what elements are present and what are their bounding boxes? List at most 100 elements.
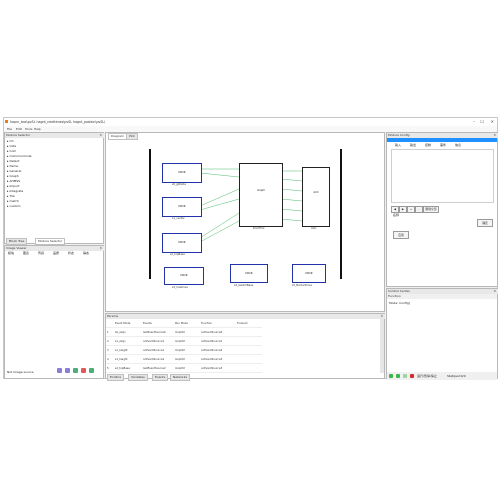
tree-item-graph[interactable]: ▸ Graph	[7, 174, 19, 178]
block-s2-topbase[interactable]: DRVR	[162, 233, 202, 253]
config-tab-info[interactable]: 信息	[455, 143, 461, 147]
table-row[interactable]: 2 s1_align onEventSource1 loopCtrl onEventSo…	[106, 336, 262, 346]
block-s4-switchbase[interactable]: DRVR	[230, 264, 268, 283]
image-viewer-panel: Image Viewer ✕ 模块 图表 传感 品质 状态 静态 Not imag…	[4, 245, 104, 379]
tree-item-general[interactable]: ▸ General	[7, 169, 21, 173]
ok-button[interactable]: 确定	[477, 219, 493, 227]
column-header: Events	[142, 319, 174, 328]
tab-endline[interactable]: Endline	[107, 374, 125, 381]
table-cell: onEventSource1	[142, 336, 174, 346]
table-row[interactable]: 3 s1_height onEventSource1 loopCtrl onEventS…	[106, 345, 262, 355]
table-cell	[236, 327, 262, 337]
block-s1-center[interactable]: DRVR	[162, 197, 202, 217]
tree-item-ch[interactable]: ▸ Ch	[7, 139, 13, 143]
toolbar-item-2[interactable]: 传感	[38, 251, 44, 255]
table-cell: onEventSource1	[142, 345, 174, 355]
remove-button[interactable]: –	[415, 206, 423, 213]
table-row[interactable]: 4 s1_height onEventSource2 loopCtrl onEventS…	[106, 354, 262, 364]
table-cell: 1	[106, 327, 114, 337]
config-tab-event[interactable]: 事件	[440, 143, 446, 147]
table-cell: onEventSource2	[142, 354, 174, 364]
delete-all-button[interactable]: 删除全部	[423, 206, 439, 213]
config-tab-input[interactable]: 输入	[395, 143, 401, 147]
tree-item-cide[interactable]: ▸ Cide	[7, 144, 16, 148]
next-button[interactable]: ▶	[399, 206, 407, 213]
tree-item-com[interactable]: ▸ Com	[7, 149, 16, 153]
run-icon[interactable]	[389, 374, 393, 378]
menu-edit[interactable]: Edit	[16, 127, 22, 131]
block-label: DomFiml	[253, 227, 265, 230]
apply-button[interactable]: 应用	[393, 231, 409, 239]
module-config-panel: Module Config ✕ 输入 输出 控制 事件 信息 ◀ ▶ + – 删除…	[386, 132, 498, 287]
control-center-panel: Control Center ✕ Function Mode: Config] 运…	[386, 288, 498, 380]
toolbar-item-5[interactable]: 静态	[83, 251, 89, 255]
table-cell: 4	[106, 354, 114, 364]
config-list[interactable]	[391, 149, 494, 203]
block-label: ACC	[311, 227, 317, 230]
tree-item-match[interactable]: ▸ match	[7, 199, 19, 203]
column-header: Run Mode	[174, 319, 200, 328]
settings-icon[interactable]	[89, 368, 94, 373]
tab-block-tree[interactable]: Block Tree	[6, 238, 28, 245]
fit-icon[interactable]	[73, 368, 78, 373]
table-cell: GetEventSource0	[142, 327, 174, 337]
block-s3-linedrive[interactable]: DRVR	[164, 267, 204, 285]
column-header: Function	[200, 319, 236, 328]
tab-module-selector[interactable]: Module Selector	[35, 238, 66, 245]
block-s5-borderdrive[interactable]: DRVR	[292, 264, 326, 283]
tab-networks[interactable]: Networks	[170, 374, 191, 381]
table-cell: s0_align	[114, 327, 142, 337]
tree-item-integrate[interactable]: ▸ Integrate	[7, 189, 23, 193]
table-row[interactable]: 5 s2_topBase GetEventSource2 loopCtrl onEven…	[106, 363, 262, 373]
block-acc[interactable]: ACC	[302, 167, 330, 227]
block-label: s0_glbSide	[172, 183, 186, 186]
prev-button[interactable]: ◀	[391, 206, 399, 213]
minimize-icon[interactable]: –	[473, 119, 475, 124]
column-header: Forward	[236, 319, 262, 328]
block-graph-domfiml[interactable]: Graph	[239, 163, 283, 227]
table-row[interactable]: 1 s0_align GetEventSource0 loopCtrl onEventS…	[106, 327, 262, 337]
tree-item-custom[interactable]: ▸ custom	[7, 204, 21, 208]
menu-tools[interactable]: Tools	[25, 127, 32, 131]
table-cell: onEventSource3	[200, 354, 236, 364]
tree-item-ahmss[interactable]: ▸ AHMSS	[7, 179, 20, 183]
menu-help[interactable]: Help	[34, 127, 41, 131]
table-cell: 3	[106, 345, 114, 355]
pause-icon[interactable]	[396, 374, 400, 378]
table-cell: s1_height	[114, 354, 142, 364]
config-tab-control[interactable]: 控制	[425, 143, 431, 147]
panel-close-icon[interactable]: ✕	[99, 133, 102, 138]
tree-item-demo[interactable]: ▸ Demo	[7, 164, 18, 168]
params-scrollbar[interactable]	[380, 319, 384, 373]
tree-item-import[interactable]: ▸ Import	[7, 184, 19, 188]
record-icon[interactable]	[81, 368, 86, 373]
close-icon[interactable]: ✕	[491, 119, 494, 124]
maximize-icon[interactable]: ☐	[480, 119, 484, 124]
block-s0-glbside[interactable]: DRVR	[162, 163, 202, 183]
add-button[interactable]: +	[407, 206, 415, 213]
step-icon[interactable]	[403, 374, 407, 378]
tree-item-tile[interactable]: ▸ Tile	[7, 194, 15, 198]
image-status-text: Not image source	[7, 370, 34, 374]
name-label: 名称	[393, 213, 400, 217]
column-header: Event Mode	[114, 319, 142, 328]
tree-item-commonmode[interactable]: ▸ Commonmode	[7, 154, 32, 158]
log-line: Mode: Config]	[389, 301, 410, 305]
zoom-out-icon[interactable]	[65, 368, 70, 373]
run-status-label: 运行/暂停/停止	[417, 374, 438, 378]
toolbar-item-3[interactable]: 品质	[53, 251, 59, 255]
zoom-in-icon[interactable]	[57, 368, 62, 373]
function-subtitle: Function	[387, 294, 497, 299]
tab-events[interactable]: Events	[152, 374, 169, 381]
app-icon	[5, 120, 8, 123]
table-cell: 5	[106, 363, 114, 373]
stop-icon[interactable]	[410, 374, 414, 378]
tree-item-detect[interactable]: ▸ Detect	[7, 159, 19, 163]
config-tab-output[interactable]: 输出	[410, 143, 416, 147]
tab-variables[interactable]: Variables	[128, 374, 148, 381]
toolbar-item-4[interactable]: 状态	[68, 251, 74, 255]
toolbar-item-0[interactable]: 模块	[8, 251, 14, 255]
toolbar-item-1[interactable]: 图表	[23, 251, 29, 255]
menu-file[interactable]: File	[7, 127, 12, 131]
table-cell	[236, 345, 262, 355]
